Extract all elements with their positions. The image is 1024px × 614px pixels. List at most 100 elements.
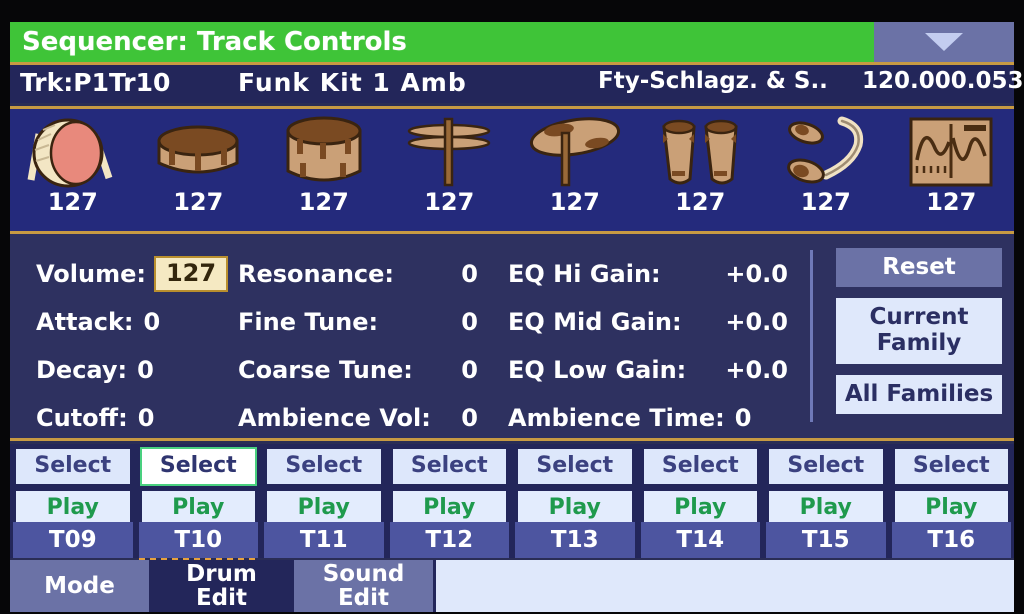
drum-value: 127 xyxy=(298,188,349,216)
param-label: Decay: xyxy=(36,356,128,384)
drum-pad-7[interactable]: 127 xyxy=(763,109,889,231)
pad-column-8: Select Play xyxy=(889,444,1015,528)
tab-sound-edit[interactable]: Sound Edit xyxy=(294,560,436,612)
param-resonance[interactable]: Resonance: 0 xyxy=(238,250,478,298)
pad-column-6: Select Play xyxy=(638,444,764,528)
param-value[interactable]: 0 xyxy=(735,404,752,432)
tempo-value: 120.000.053 xyxy=(862,68,1024,94)
conga-icon xyxy=(645,113,755,191)
param-fine-tune[interactable]: Fine Tune: 0 xyxy=(238,298,478,346)
tab-mode[interactable]: Mode xyxy=(10,560,152,612)
param-label: Cutoff: xyxy=(36,404,128,432)
title-bar: Sequencer: Track Controls xyxy=(10,22,1014,62)
parameter-panel: Volume: 127 Attack: 0 Decay: 0 Cutoff: 0 xyxy=(10,234,1014,441)
param-label: Ambience Time: xyxy=(508,404,725,432)
select-button-5[interactable]: Select xyxy=(516,447,634,486)
param-value[interactable]: 0 xyxy=(461,260,478,288)
reset-button[interactable]: Reset xyxy=(836,248,1002,287)
tab-drum-edit[interactable]: Drum Edit xyxy=(152,560,294,612)
select-button-8[interactable]: Select xyxy=(892,447,1010,486)
track-tab-t10[interactable]: T10 xyxy=(138,522,258,562)
track-tab-t11[interactable]: T11 xyxy=(264,522,384,558)
param-value[interactable]: +0.0 xyxy=(725,308,788,336)
pad-column-4: Select Play xyxy=(387,444,513,528)
lcd-screen: Sequencer: Track Controls Trk:P1Tr10 Fun… xyxy=(10,22,1024,612)
param-label: Volume: xyxy=(36,260,146,288)
device-bezel: Sequencer: Track Controls Trk:P1Tr10 Fun… xyxy=(0,0,1024,614)
param-label: Attack: xyxy=(36,308,134,336)
track-tab-t09[interactable]: T09 xyxy=(13,522,133,558)
track-tab-t16[interactable]: T16 xyxy=(891,522,1011,558)
param-volume[interactable]: Volume: 127 xyxy=(36,250,246,298)
param-eq-low-gain[interactable]: EQ Low Gain: +0.0 xyxy=(508,346,788,394)
tab-mode-label: Mode xyxy=(44,573,115,599)
pad-column-2: Select Play xyxy=(136,444,262,528)
mode-tab-bar: Mode Drum Edit Sound Edit xyxy=(10,560,1014,612)
param-ambience-time[interactable]: Ambience Time: 0 xyxy=(508,394,788,442)
percussion-waveform-icon xyxy=(896,113,1006,191)
param-value[interactable]: 0 xyxy=(144,308,161,336)
drum-value: 127 xyxy=(424,188,475,216)
drum-pad-8[interactable]: 127 xyxy=(889,109,1015,231)
param-eq-mid-gain[interactable]: EQ Mid Gain: +0.0 xyxy=(508,298,788,346)
track-tab-t14[interactable]: T14 xyxy=(640,522,760,558)
drum-pad-6[interactable]: 127 xyxy=(638,109,764,231)
drum-pad-4[interactable]: 127 xyxy=(387,109,513,231)
param-ambience-vol[interactable]: Ambience Vol: 0 xyxy=(238,394,478,442)
tom-drum-icon xyxy=(269,113,379,191)
mode-tab-filler xyxy=(436,560,1014,612)
track-tab-t13[interactable]: T13 xyxy=(515,522,635,558)
select-button-1[interactable]: Select xyxy=(14,447,132,486)
select-button-3[interactable]: Select xyxy=(265,447,383,486)
param-value[interactable]: +0.0 xyxy=(725,260,788,288)
current-family-button[interactable]: Current Family xyxy=(836,298,1002,364)
drum-value: 127 xyxy=(549,188,600,216)
param-value[interactable]: 0 xyxy=(461,404,478,432)
param-label: EQ Hi Gain: xyxy=(508,260,661,288)
param-value[interactable]: 0 xyxy=(461,356,478,384)
param-cutoff[interactable]: Cutoff: 0 xyxy=(36,394,246,442)
param-eq-hi-gain[interactable]: EQ Hi Gain: +0.0 xyxy=(508,250,788,298)
select-button-2[interactable]: Select xyxy=(139,447,257,486)
drum-value: 127 xyxy=(926,188,977,216)
drum-pad-5[interactable]: 127 xyxy=(512,109,638,231)
chevron-down-icon xyxy=(925,33,963,51)
param-label: Resonance: xyxy=(238,260,394,288)
page-menu-button[interactable] xyxy=(874,22,1014,62)
pad-column-7: Select Play xyxy=(763,444,889,528)
param-value[interactable]: 0 xyxy=(138,404,155,432)
pad-grid: Select Play Select Play Select Play Sele… xyxy=(10,444,1015,528)
param-decay[interactable]: Decay: 0 xyxy=(36,346,246,394)
select-button-7[interactable]: Select xyxy=(767,447,885,486)
kit-name[interactable]: Funk Kit 1 Amb xyxy=(238,68,467,97)
drum-pad-1[interactable]: 127 xyxy=(10,109,136,231)
track-tab-t12[interactable]: T12 xyxy=(389,522,509,558)
drum-value: 127 xyxy=(675,188,726,216)
select-button-6[interactable]: Select xyxy=(641,447,759,486)
param-label: EQ Low Gain: xyxy=(508,356,687,384)
page-title: Sequencer: Track Controls xyxy=(22,27,407,57)
param-label: Fine Tune: xyxy=(238,308,379,336)
vertical-divider xyxy=(810,250,813,422)
snare-drum-icon xyxy=(143,113,253,191)
drum-value: 127 xyxy=(47,188,98,216)
select-button-4[interactable]: Select xyxy=(390,447,508,486)
track-tab-t15[interactable]: T15 xyxy=(766,522,886,558)
all-families-button[interactable]: All Families xyxy=(836,375,1002,414)
drum-pad-3[interactable]: 127 xyxy=(261,109,387,231)
param-attack[interactable]: Attack: 0 xyxy=(36,298,246,346)
param-value-selected[interactable]: 127 xyxy=(153,256,229,292)
param-value[interactable]: 0 xyxy=(137,356,154,384)
drum-pad-2[interactable]: 127 xyxy=(136,109,262,231)
info-bar: Trk:P1Tr10 Funk Kit 1 Amb Fty-Schlagz. &… xyxy=(10,65,1024,103)
param-coarse-tune[interactable]: Coarse Tune: 0 xyxy=(238,346,478,394)
tab-drum-edit-line2: Edit xyxy=(195,585,248,611)
param-value[interactable]: +0.0 xyxy=(725,356,788,384)
drum-value: 127 xyxy=(173,188,224,216)
pad-column-1: Select Play xyxy=(10,444,136,528)
param-value[interactable]: 0 xyxy=(461,308,478,336)
pad-column-3: Select Play xyxy=(261,444,387,528)
track-identifier[interactable]: Trk:P1Tr10 xyxy=(20,68,170,97)
param-label: EQ Mid Gain: xyxy=(508,308,682,336)
hihat-icon xyxy=(394,113,504,191)
